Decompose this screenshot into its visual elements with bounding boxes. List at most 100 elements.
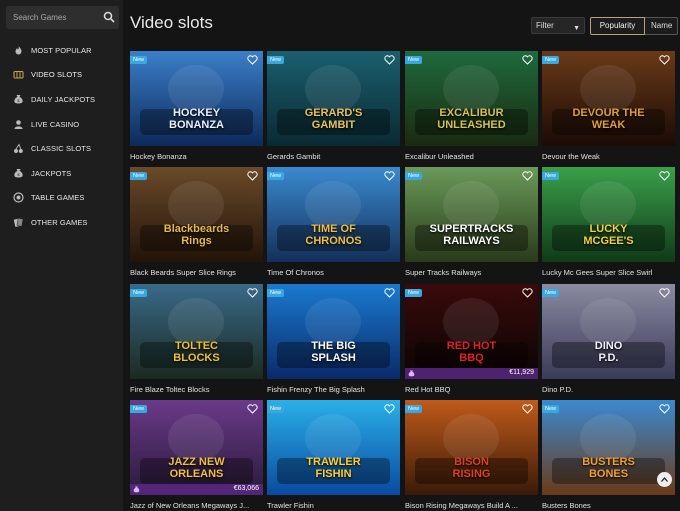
game-card[interactable]: DEVOUR THE WEAK New Devour the Weak: [542, 51, 675, 161]
game-thumbnail[interactable]: DINO P.D. New: [542, 284, 675, 379]
game-logo-line: WEAK: [591, 119, 626, 131]
game-card[interactable]: TOLTEC BLOCKS New Fire Blaze Toltec Blocks: [130, 284, 263, 394]
sidebar-item-classic-slots[interactable]: CLASSIC SLOTS: [0, 136, 123, 161]
heart-icon[interactable]: [384, 404, 395, 414]
game-title[interactable]: Lucky Mc Gees Super Slice Swirl: [542, 268, 675, 277]
game-card[interactable]: RED HOT BBQ New €11,929 Red Hot BBQ: [405, 284, 538, 394]
game-title[interactable]: Fire Blaze Toltec Blocks: [130, 385, 263, 394]
new-badge: New: [542, 289, 560, 297]
sidebar-item-label: CLASSIC SLOTS: [31, 144, 92, 154]
game-card[interactable]: GERARD'S GAMBIT New Gerards Gambit: [267, 51, 400, 161]
heart-icon[interactable]: [659, 404, 670, 414]
game-card[interactable]: EXCALIBUR UNLEASHED New Excalibur Unleashed: [405, 51, 538, 161]
sort-popularity-button[interactable]: Popularity: [590, 17, 645, 35]
heart-icon[interactable]: [247, 171, 258, 181]
sidebar-item-video-slots[interactable]: VIDEO SLOTS: [0, 63, 123, 88]
game-thumbnail[interactable]: RED HOT BBQ New €11,929: [405, 284, 538, 379]
game-title[interactable]: Fishin Frenzy The Big Splash: [267, 385, 400, 394]
game-card[interactable]: DINO P.D. New Dino P.D.: [542, 284, 675, 394]
game-thumbnail[interactable]: TRAWLER FISHIN New: [267, 400, 400, 495]
game-title[interactable]: Black Beards Super Slice Rings: [130, 268, 263, 277]
sidebar-item-live-casino[interactable]: LIVE CASINO: [0, 112, 123, 137]
game-title[interactable]: Jazz of New Orleans Megaways J...: [130, 501, 263, 510]
game-title[interactable]: Red Hot BBQ: [405, 385, 538, 394]
game-card[interactable]: TRAWLER FISHIN New Trawler Fishin: [267, 400, 400, 510]
new-badge: New: [405, 56, 423, 64]
game-thumbnail[interactable]: EXCALIBUR UNLEASHED New: [405, 51, 538, 146]
game-card[interactable]: Blackbeards Rings New Black Beards Super Sl…: [130, 167, 263, 277]
game-card[interactable]: SUPERTRACKS RAILWAYS New Super Tracks Railw…: [405, 167, 538, 277]
game-logo-line: RISING: [452, 468, 491, 480]
game-logo-line: DINO: [594, 340, 623, 352]
game-title[interactable]: Bison Rising Megaways Build A ...: [405, 501, 538, 510]
sidebar-item-jackpots[interactable]: $ JACKPOTS: [0, 161, 123, 186]
heart-icon[interactable]: [659, 288, 670, 298]
game-logo-line: HOCKEY: [172, 107, 221, 119]
game-thumbnail[interactable]: Blackbeards Rings New: [130, 167, 263, 262]
heart-icon[interactable]: [522, 171, 533, 181]
heart-icon[interactable]: [384, 55, 395, 65]
game-thumbnail[interactable]: TOLTEC BLOCKS New: [130, 284, 263, 379]
heart-icon[interactable]: [247, 55, 258, 65]
game-title[interactable]: Gerards Gambit: [267, 152, 400, 161]
sidebar-item-most-popular[interactable]: MOST POPULAR: [0, 38, 123, 63]
sidebar-item-daily-jackpots[interactable]: $ DAILY JACKPOTS: [0, 87, 123, 112]
heart-icon[interactable]: [384, 288, 395, 298]
cards-icon: [13, 217, 24, 228]
game-logo-line: BLOCKS: [173, 352, 220, 364]
game-logo: DEVOUR THE WEAK: [542, 107, 675, 131]
game-title[interactable]: Busters Bones: [542, 501, 675, 510]
game-thumbnail[interactable]: DEVOUR THE WEAK New: [542, 51, 675, 146]
sidebar-item-other-games[interactable]: OTHER GAMES: [0, 210, 123, 235]
heart-icon[interactable]: [522, 288, 533, 298]
game-title[interactable]: Excalibur Unleashed: [405, 152, 538, 161]
game-thumbnail[interactable]: TIME OF CHRONOS New: [267, 167, 400, 262]
game-thumbnail[interactable]: HOCKEY BONANZA New: [130, 51, 263, 146]
heart-icon[interactable]: [384, 171, 395, 181]
game-logo: TIME OF CHRONOS: [267, 223, 400, 247]
game-card[interactable]: BUSTERS BONES New Busters Bones: [542, 400, 675, 510]
game-artwork: [267, 167, 400, 262]
game-thumbnail[interactable]: THE BIG SPLASH New: [267, 284, 400, 379]
search-icon[interactable]: [103, 11, 115, 23]
game-thumbnail[interactable]: BISON RISING New: [405, 400, 538, 495]
game-title[interactable]: Devour the Weak: [542, 152, 675, 161]
game-thumbnail[interactable]: BUSTERS BONES New: [542, 400, 675, 495]
game-logo-line: FISHIN: [315, 468, 352, 480]
game-logo: HOCKEY BONANZA: [130, 107, 263, 131]
game-card[interactable]: BISON RISING New Bison Rising Megaways Buil…: [405, 400, 538, 510]
game-logo-line: SUPERTRACKS: [429, 223, 514, 235]
heart-icon[interactable]: [247, 288, 258, 298]
scroll-to-top-button[interactable]: [657, 472, 672, 487]
game-artwork: [542, 400, 675, 495]
jackpot-bar: €11,929: [405, 368, 538, 379]
game-logo-line: GERARD'S: [304, 107, 363, 119]
game-logo-line: TOLTEC: [175, 340, 218, 352]
game-card[interactable]: THE BIG SPLASH New Fishin Frenzy The Big Sp…: [267, 284, 400, 394]
game-thumbnail[interactable]: GERARD'S GAMBIT New: [267, 51, 400, 146]
heart-icon[interactable]: [659, 55, 670, 65]
game-card[interactable]: HOCKEY BONANZA New Hockey Bonanza: [130, 51, 263, 161]
jackpot-bar: €63,066: [130, 484, 263, 495]
chevron-up-icon: [661, 477, 668, 482]
game-title[interactable]: Hockey Bonanza: [130, 152, 263, 161]
search-input[interactable]: [6, 6, 100, 29]
game-title[interactable]: Time Of Chronos: [267, 268, 400, 277]
game-card[interactable]: LUCKY MCGEE'S New Lucky Mc Gees Super Slice…: [542, 167, 675, 277]
game-title[interactable]: Super Tracks Railways: [405, 268, 538, 277]
heart-icon[interactable]: [659, 171, 670, 181]
game-thumbnail[interactable]: SUPERTRACKS RAILWAYS New: [405, 167, 538, 262]
game-logo-line: P.D.: [598, 352, 619, 364]
game-card[interactable]: JAZZ NEW ORLEANS New €63,066 Jazz of New Orl…: [130, 400, 263, 510]
sort-name-button[interactable]: Name: [645, 17, 678, 35]
sidebar-item-table-games[interactable]: TABLE GAMES: [0, 186, 123, 211]
heart-icon[interactable]: [522, 404, 533, 414]
game-thumbnail[interactable]: JAZZ NEW ORLEANS New €63,066: [130, 400, 263, 495]
game-card[interactable]: TIME OF CHRONOS New Time Of Chronos: [267, 167, 400, 277]
filter-dropdown[interactable]: Filter ▼: [531, 17, 585, 34]
game-thumbnail[interactable]: LUCKY MCGEE'S New: [542, 167, 675, 262]
heart-icon[interactable]: [247, 404, 258, 414]
game-title[interactable]: Trawler Fishin: [267, 501, 400, 510]
game-title[interactable]: Dino P.D.: [542, 385, 675, 394]
heart-icon[interactable]: [522, 55, 533, 65]
